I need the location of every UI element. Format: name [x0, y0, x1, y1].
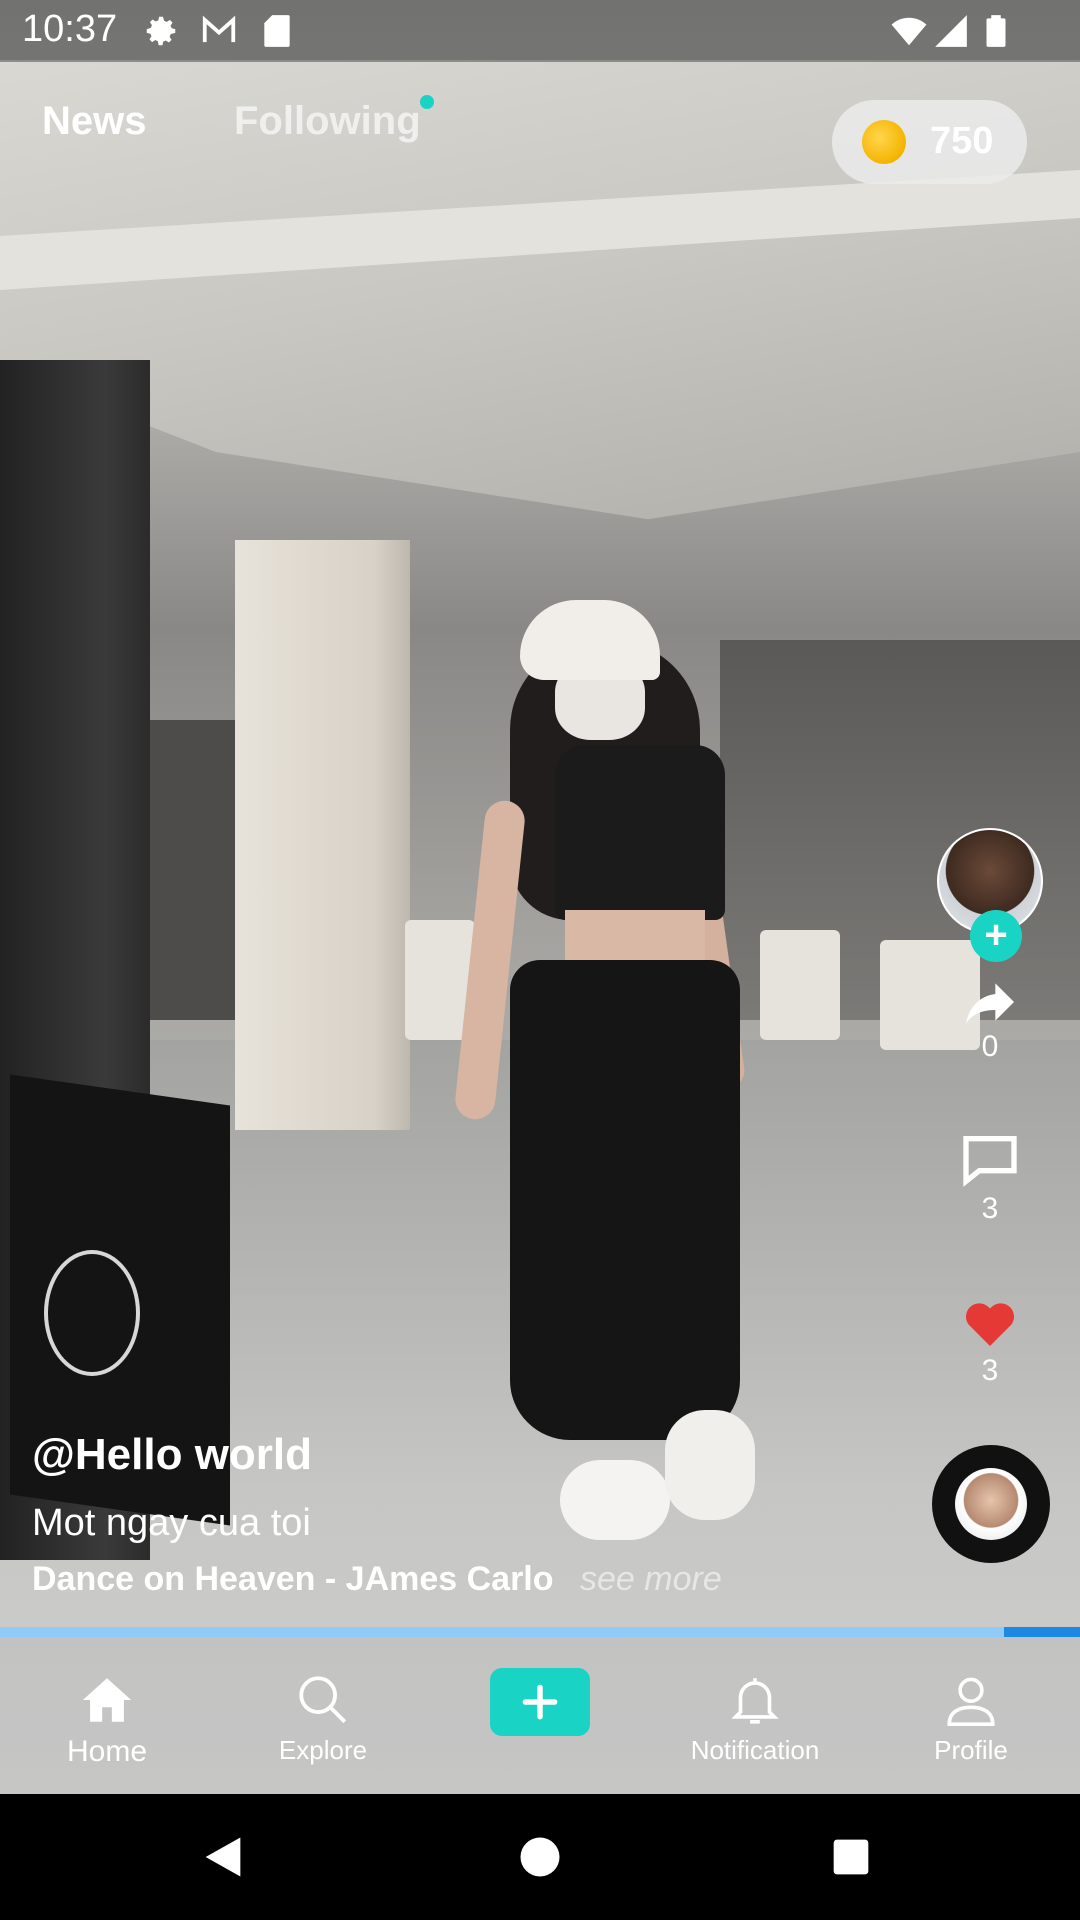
share-count: 0: [981, 1030, 999, 1063]
coin-icon: [862, 120, 906, 164]
gmail-icon: [198, 10, 240, 52]
user-icon: [947, 1677, 995, 1726]
home-circle-icon[interactable]: [507, 1824, 573, 1890]
comment-icon[interactable]: [958, 1128, 1022, 1192]
video-username[interactable]: @Hello world: [32, 1430, 312, 1480]
nav-notification-label: Notification: [690, 1735, 820, 1765]
music-disc[interactable]: [932, 1445, 1050, 1563]
person-shoe: [560, 1460, 670, 1540]
scene-chair: [760, 930, 840, 1040]
home-icon: [82, 1678, 132, 1722]
scene-sign-logo: [44, 1250, 140, 1376]
scene-store: [140, 720, 250, 1020]
sd-card-icon: [256, 10, 298, 52]
share-icon[interactable]: [958, 970, 1022, 1034]
person-top: [555, 745, 725, 920]
video-progress-fill: [0, 1627, 1005, 1637]
signal-icon: [930, 10, 972, 52]
nav-home[interactable]: Home: [47, 1637, 167, 1794]
heart-icon[interactable]: [958, 1290, 1022, 1354]
coin-balance[interactable]: 750: [832, 100, 1027, 184]
music-disc-cover: [955, 1468, 1027, 1540]
battery-icon: [975, 10, 1017, 52]
bell-icon: [731, 1678, 779, 1724]
system-nav-bar: [0, 1794, 1080, 1920]
nav-notification[interactable]: Notification: [670, 1637, 840, 1794]
nav-profile[interactable]: Profile: [911, 1637, 1031, 1794]
person-shoe: [665, 1410, 755, 1520]
person-cap: [520, 600, 660, 680]
back-icon[interactable]: [190, 1824, 256, 1890]
status-time: 10:37: [22, 8, 118, 50]
comment-count: 3: [981, 1192, 999, 1225]
nav-explore-label: Explore: [278, 1735, 368, 1765]
like-count: 3: [981, 1354, 999, 1387]
search-icon: [299, 1676, 347, 1724]
see-more-link[interactable]: see more: [580, 1560, 722, 1599]
video-progress-bar[interactable]: [0, 1627, 1080, 1637]
video-description: Mot ngay cua toi: [32, 1502, 311, 1544]
settings-icon: [140, 10, 182, 52]
following-indicator-dot: [420, 95, 434, 109]
nav-profile-label: Profile: [934, 1735, 1008, 1765]
person-pants: [510, 960, 740, 1440]
wifi-icon: [888, 10, 930, 52]
follow-button[interactable]: +: [970, 910, 1022, 962]
music-title[interactable]: Dance on Heaven - JAmes Carlo: [32, 1560, 554, 1599]
status-bar: 10:37: [0, 0, 1080, 62]
scene-pillar: [235, 540, 410, 1130]
nav-explore[interactable]: Explore: [263, 1637, 383, 1794]
tab-news[interactable]: News: [42, 99, 147, 144]
coin-value: 750: [930, 120, 994, 162]
plus-icon: [522, 1684, 558, 1720]
create-post-button[interactable]: [490, 1668, 590, 1736]
tab-following[interactable]: Following: [234, 99, 421, 144]
recents-icon[interactable]: [818, 1824, 884, 1890]
nav-home-label: Home: [66, 1735, 148, 1768]
